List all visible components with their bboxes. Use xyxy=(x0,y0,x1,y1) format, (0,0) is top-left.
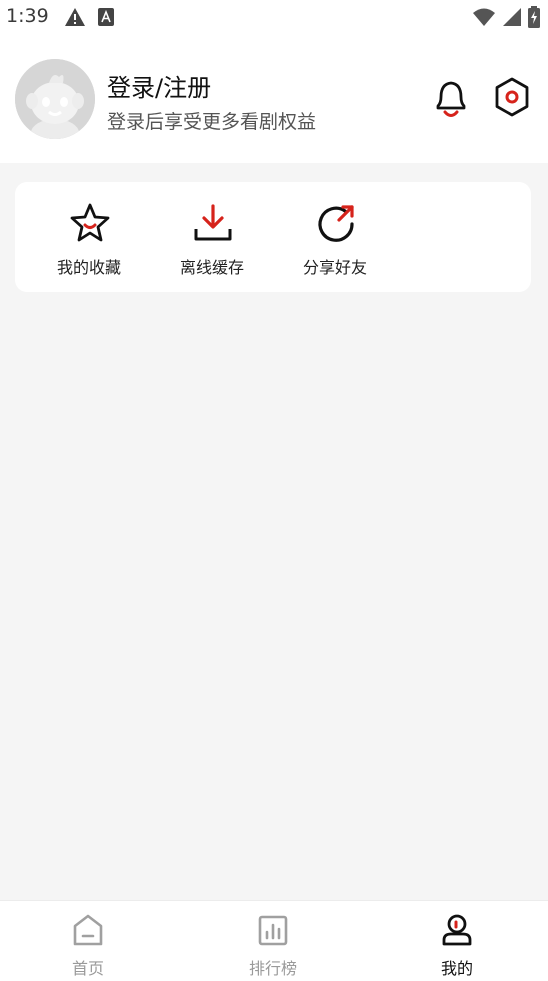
ranking-icon xyxy=(258,915,288,946)
status-right-icons xyxy=(472,6,540,28)
avatar[interactable] xyxy=(15,59,95,139)
login-benefits-text: 登录后享受更多看剧权益 xyxy=(107,111,317,133)
quick-actions-card: 我的收藏 离线缓存 分享好友 xyxy=(15,182,531,292)
tab-profile-label: 我的 xyxy=(440,959,473,978)
share-friends-label: 分享好友 xyxy=(302,258,367,277)
status-left-icons xyxy=(64,7,114,27)
share-friends-button[interactable]: 分享好友 xyxy=(273,182,397,292)
share-icon xyxy=(318,205,354,242)
warning-icon xyxy=(65,8,85,26)
signal-icon xyxy=(503,8,521,26)
tab-home[interactable]: 首页 xyxy=(28,901,148,981)
profile-icon xyxy=(442,914,472,946)
download-icon xyxy=(194,204,232,241)
star-icon xyxy=(70,203,110,242)
tab-ranking-label: 排行榜 xyxy=(248,959,297,978)
offline-cache-button[interactable]: 离线缓存 xyxy=(150,182,274,292)
status-time: 1:39 xyxy=(6,5,49,27)
favorites-button[interactable]: 我的收藏 xyxy=(27,182,151,292)
favorites-label: 我的收藏 xyxy=(56,258,121,277)
bottom-tab-bar: 首页 排行榜 我的 xyxy=(0,900,548,981)
font-a-icon xyxy=(98,8,114,26)
wifi-icon xyxy=(473,8,495,26)
battery-charging-icon xyxy=(528,6,540,28)
profile-header: 登录/注册 登录后享受更多看剧权益 xyxy=(0,34,548,163)
tab-home-label: 首页 xyxy=(71,959,104,978)
status-bar: 1:39 xyxy=(0,0,548,34)
avatar-mascot-icon xyxy=(15,59,95,139)
tab-ranking[interactable]: 排行榜 xyxy=(213,901,333,981)
home-icon xyxy=(73,914,103,946)
bell-icon[interactable] xyxy=(432,77,470,119)
login-register-link[interactable]: 登录/注册 xyxy=(107,68,211,103)
settings-hexagon-icon[interactable] xyxy=(494,77,530,117)
offline-cache-label: 离线缓存 xyxy=(179,258,244,277)
tab-profile[interactable]: 我的 xyxy=(397,901,517,981)
